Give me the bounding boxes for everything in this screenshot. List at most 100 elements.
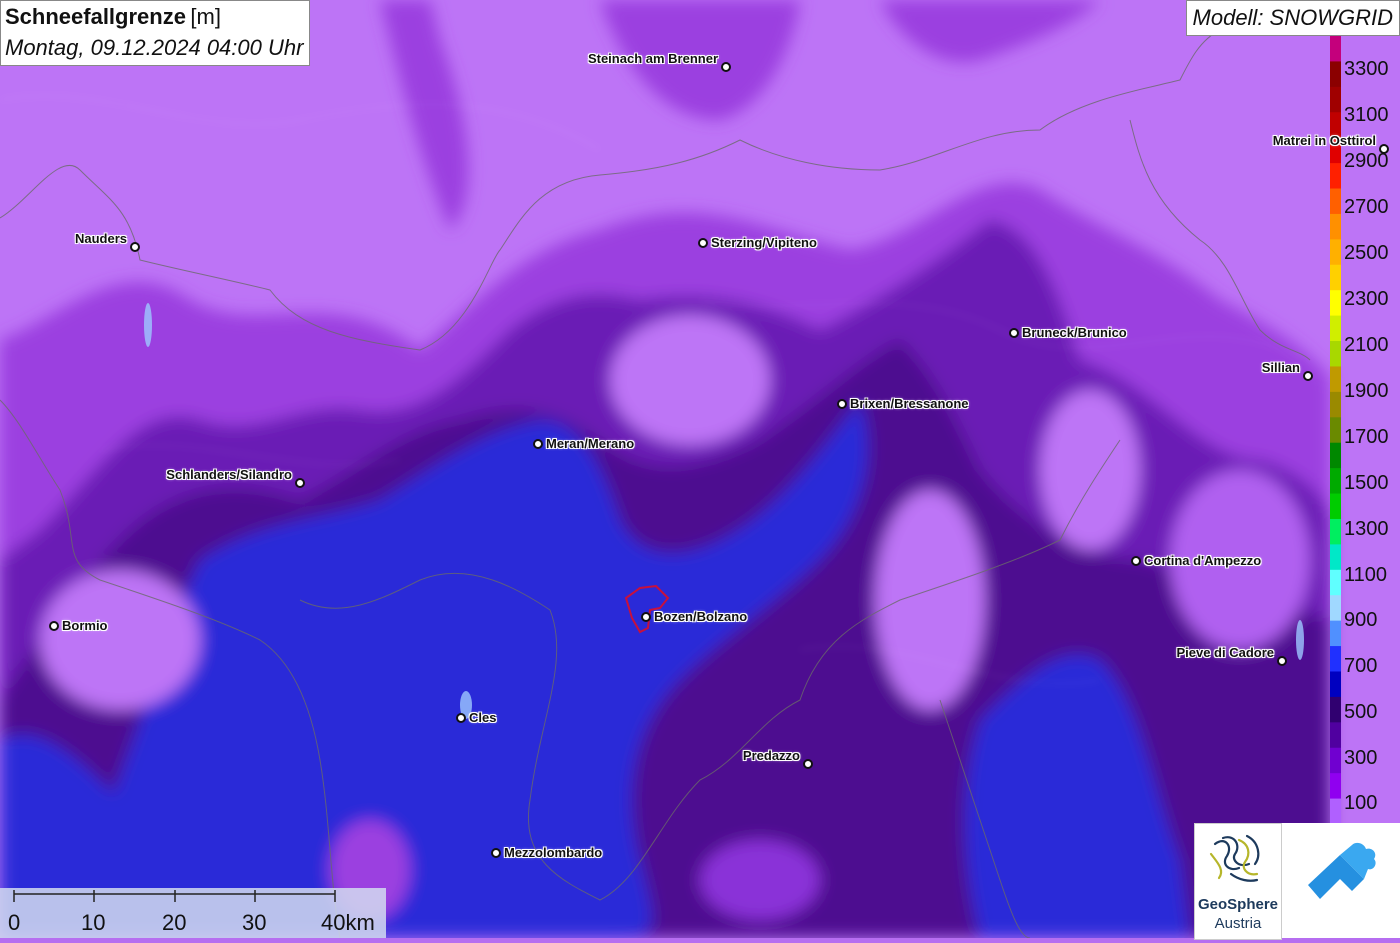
legend-swatch bbox=[1330, 595, 1341, 622]
city-marker[interactable] bbox=[49, 621, 59, 631]
legend-swatch bbox=[1330, 290, 1341, 317]
city-label[interactable]: Pieve di Cadore bbox=[1176, 645, 1274, 660]
scale-label-20: 20 bbox=[162, 910, 187, 935]
city-marker[interactable] bbox=[641, 612, 651, 622]
legend-swatch bbox=[1330, 620, 1341, 647]
city-marker[interactable] bbox=[491, 848, 501, 858]
legend-swatch bbox=[1330, 773, 1341, 800]
legend-swatch bbox=[1330, 239, 1341, 266]
geosphere-name: GeoSphere bbox=[1197, 896, 1279, 913]
map-unit: [m] bbox=[190, 4, 221, 29]
model-label: Modell: SNOWGRID bbox=[1185, 0, 1400, 36]
legend-swatch bbox=[1330, 518, 1341, 545]
lake-reschen bbox=[144, 303, 152, 347]
city-marker[interactable] bbox=[721, 62, 731, 72]
lake-cadore bbox=[1296, 620, 1304, 660]
legend-swatch bbox=[1330, 61, 1341, 88]
city-label[interactable]: Bozen/Bolzano bbox=[654, 609, 747, 624]
city-label[interactable]: Sterzing/Vipiteno bbox=[711, 235, 817, 250]
legend-swatch bbox=[1330, 696, 1341, 723]
map-title-box: Schneefallgrenze [m] Montag, 09.12.2024 … bbox=[0, 0, 311, 66]
city-label[interactable]: Matrei in Osttirol bbox=[1273, 133, 1376, 148]
city-label[interactable]: Nauders bbox=[75, 231, 127, 246]
legend-swatch bbox=[1330, 747, 1341, 774]
legend-swatch bbox=[1330, 213, 1341, 240]
island-west bbox=[40, 570, 200, 710]
app-logo[interactable] bbox=[1282, 823, 1400, 938]
city-label[interactable]: Mezzolombardo bbox=[504, 845, 602, 860]
legend-label: 1900 bbox=[1344, 380, 1389, 402]
legend-swatch bbox=[1330, 417, 1341, 444]
legend-label: 1100 bbox=[1344, 564, 1388, 586]
city-label[interactable]: Bormio bbox=[62, 618, 108, 633]
city-marker[interactable] bbox=[698, 238, 708, 248]
app-cloud-arrow-icon bbox=[1308, 842, 1376, 899]
city-label[interactable]: Predazzo bbox=[743, 748, 800, 763]
legend-label: 1500 bbox=[1344, 472, 1389, 494]
legend-label: 1700 bbox=[1344, 426, 1389, 448]
city-label[interactable]: Schlanders/Silandro bbox=[166, 467, 292, 482]
city-marker[interactable] bbox=[803, 759, 813, 769]
city-marker[interactable] bbox=[1303, 371, 1313, 381]
city-label[interactable]: Bruneck/Brunico bbox=[1022, 325, 1127, 340]
legend-swatch bbox=[1330, 493, 1341, 520]
legend-label: 700 bbox=[1344, 655, 1378, 677]
geosphere-icon bbox=[1209, 834, 1260, 882]
scale-label-40km: 40km bbox=[321, 910, 375, 935]
city-label[interactable]: Sillian bbox=[1262, 360, 1300, 375]
city-label[interactable]: Steinach am Brenner bbox=[588, 51, 718, 66]
island-south bbox=[700, 840, 820, 920]
legend-swatch bbox=[1330, 442, 1341, 469]
legend-label: 2700 bbox=[1344, 196, 1389, 218]
city-marker[interactable] bbox=[1277, 656, 1287, 666]
legend-swatch bbox=[1330, 86, 1341, 113]
geosphere-country: Austria bbox=[1214, 915, 1262, 932]
legend-swatch bbox=[1330, 468, 1341, 495]
legend-swatch bbox=[1330, 36, 1341, 62]
city-marker[interactable] bbox=[295, 478, 305, 488]
legend-label: 900 bbox=[1344, 609, 1378, 631]
legend-swatch bbox=[1330, 722, 1341, 749]
legend-swatch bbox=[1330, 391, 1341, 418]
legend-label: 2100 bbox=[1344, 334, 1389, 356]
city-marker[interactable] bbox=[533, 439, 543, 449]
scale-label-30: 30 bbox=[242, 910, 267, 935]
color-legend: 3300 3100 2900 2700 2500 2300 2100 1900 1700 1500… bbox=[1328, 36, 1400, 824]
legend-swatch bbox=[1330, 671, 1341, 698]
legend-swatch bbox=[1330, 366, 1341, 393]
scale-label-10: 10 bbox=[81, 910, 106, 935]
legend-swatch bbox=[1330, 341, 1341, 367]
legend-label: 2500 bbox=[1344, 242, 1389, 264]
legend-swatch bbox=[1330, 163, 1341, 190]
city-marker[interactable] bbox=[837, 399, 847, 409]
island-dolomites-1 bbox=[875, 490, 985, 710]
legend-label: 3100 bbox=[1344, 104, 1389, 126]
city-marker[interactable] bbox=[456, 713, 466, 723]
legend-label: 1300 bbox=[1344, 518, 1389, 540]
city-label[interactable]: Meran/Merano bbox=[546, 436, 634, 451]
legend-label: 3300 bbox=[1344, 58, 1389, 80]
city-label[interactable]: Cles bbox=[469, 710, 496, 725]
legend-swatch bbox=[1330, 544, 1341, 571]
map-datetime: Montag, 09.12.2024 04:00 Uhr bbox=[5, 35, 304, 60]
geosphere-austria-logo[interactable]: GeoSphere Austria bbox=[1194, 823, 1282, 940]
city-label[interactable]: Brixen/Bressanone bbox=[850, 396, 969, 411]
legend-swatch bbox=[1330, 798, 1341, 824]
legend-swatch bbox=[1330, 264, 1341, 291]
legend-color-bar bbox=[1330, 36, 1341, 824]
legend-swatch bbox=[1330, 569, 1341, 596]
city-marker[interactable] bbox=[1131, 556, 1141, 566]
city-marker[interactable] bbox=[130, 242, 140, 252]
map-title: Schneefallgrenze bbox=[5, 4, 186, 29]
legend-swatch bbox=[1330, 646, 1341, 672]
city-label[interactable]: Cortina d'Ampezzo bbox=[1144, 553, 1261, 568]
city-marker[interactable] bbox=[1379, 144, 1389, 154]
legend-label: 500 bbox=[1344, 701, 1378, 723]
legend-swatch bbox=[1330, 315, 1341, 342]
island-dolomites-2 bbox=[1040, 390, 1140, 550]
legend-label: 2300 bbox=[1344, 288, 1389, 310]
legend-swatch bbox=[1330, 188, 1341, 215]
city-marker[interactable] bbox=[1009, 328, 1019, 338]
scale-bar: 0 10 20 30 40km bbox=[0, 888, 386, 938]
scale-label-0: 0 bbox=[8, 910, 21, 935]
